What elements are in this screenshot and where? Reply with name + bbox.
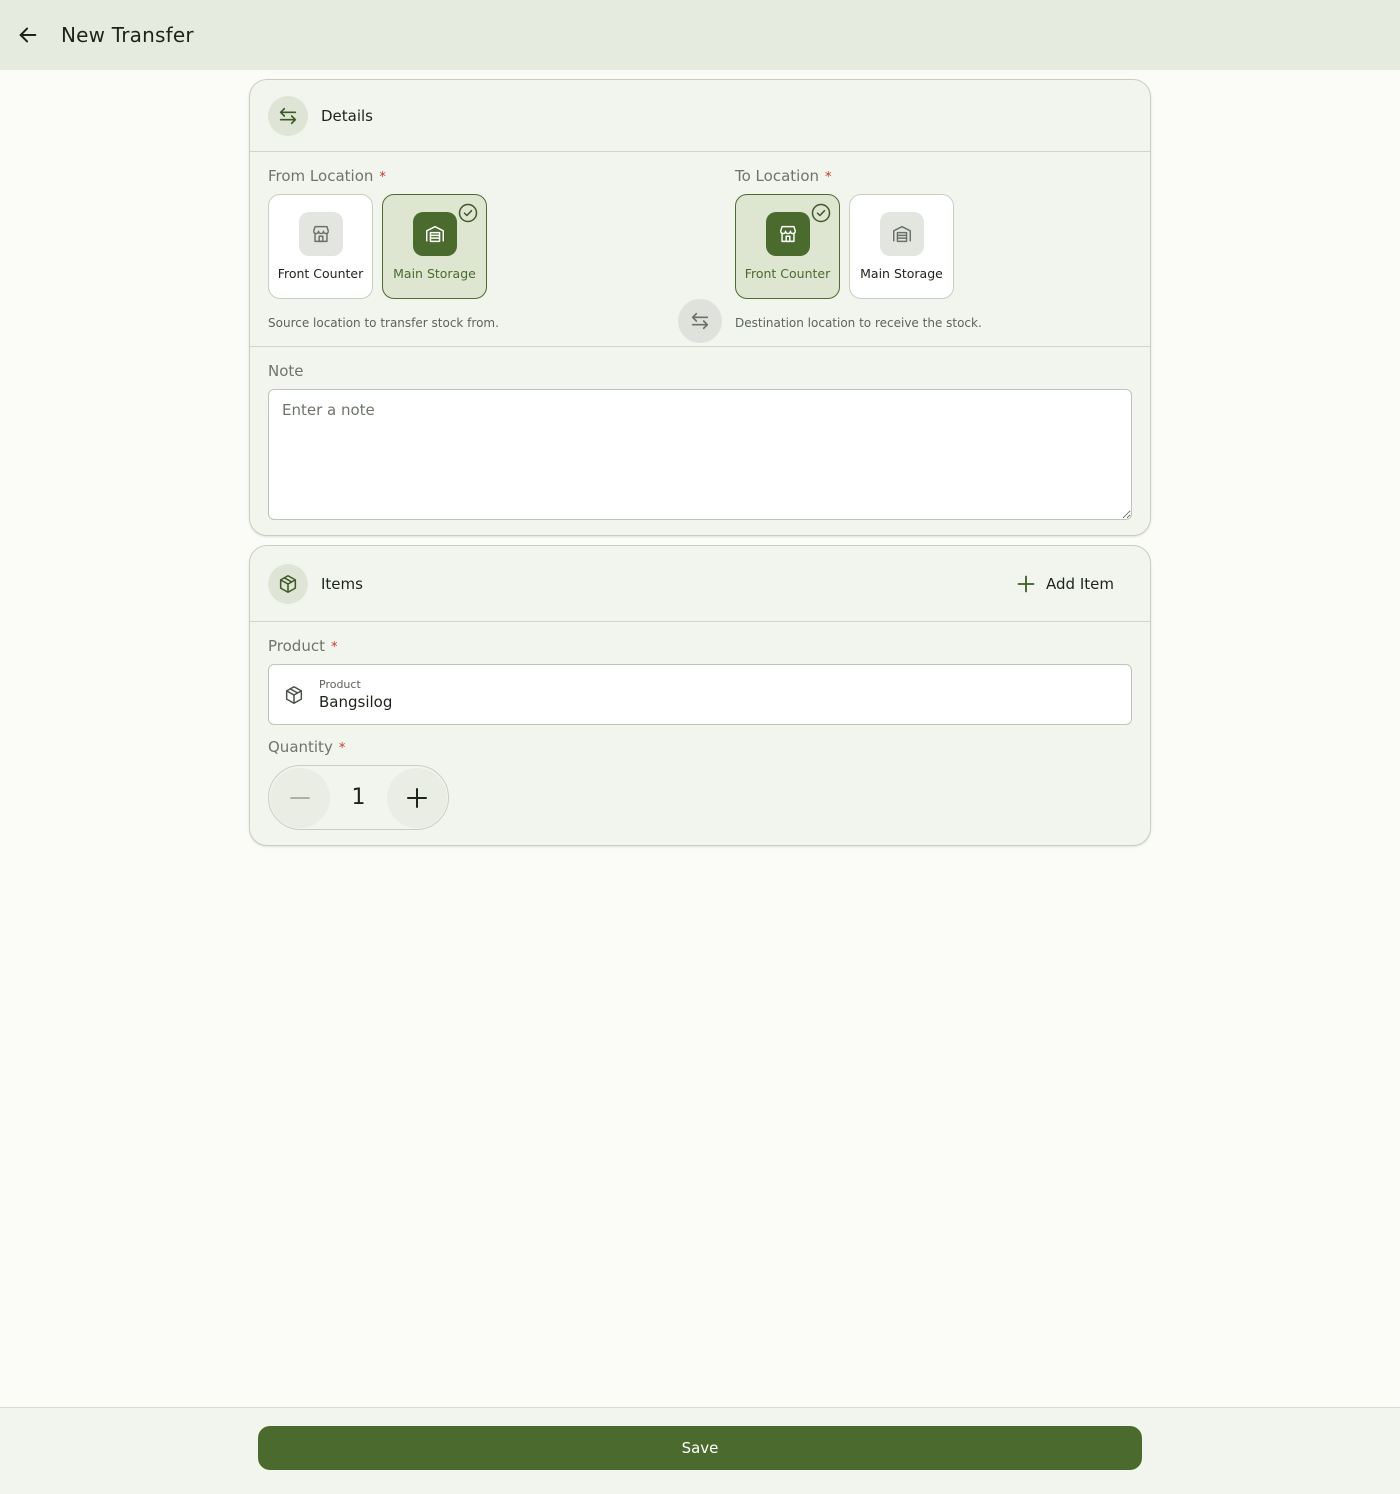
storefront-icon xyxy=(312,225,329,243)
package-icon xyxy=(285,685,303,704)
quantity-label-text: Quantity xyxy=(268,738,333,756)
package-icon xyxy=(279,574,297,593)
warehouse-icon xyxy=(892,225,911,243)
decrement-button[interactable] xyxy=(270,767,330,828)
product-select[interactable]: Product Bangsilog xyxy=(268,664,1132,725)
add-item-label: Add Item xyxy=(1046,575,1114,593)
plus-icon xyxy=(407,787,427,808)
quantity-value: 1 xyxy=(351,785,366,810)
to-location-options: Front Counter Main Storage xyxy=(735,194,982,299)
details-card: Details From Location * Front Counter Ma… xyxy=(249,79,1151,536)
chip-icon-box xyxy=(298,212,343,256)
selected-badge xyxy=(458,203,478,223)
chip-label: Main Storage xyxy=(393,266,476,281)
plus-icon xyxy=(1017,575,1035,593)
items-header: Items Add Item xyxy=(250,546,1150,622)
required-marker: * xyxy=(379,170,386,185)
swap-arrows-icon xyxy=(691,312,709,330)
items-title: Items xyxy=(321,574,363,593)
chip-icon-box xyxy=(412,212,457,256)
to-location-group: To Location * Front Counter Main Storage… xyxy=(735,167,982,330)
items-body: Product * Product Bangsilog Quantity * 1 xyxy=(250,622,1150,830)
details-header-icon xyxy=(268,95,308,136)
warehouse-icon xyxy=(425,225,444,243)
bottom-bar: Save xyxy=(0,1407,1400,1494)
items-header-icon xyxy=(268,563,308,604)
swap-arrows-icon xyxy=(279,107,297,124)
product-field-label: Product xyxy=(319,678,361,691)
items-card: Items Add Item Product * Product Bangsilo… xyxy=(249,545,1151,846)
chip-label: Front Counter xyxy=(744,266,831,281)
chip-label: Front Counter xyxy=(277,266,364,281)
chip-label: Main Storage xyxy=(860,266,943,281)
quantity-stepper: 1 xyxy=(268,765,449,830)
quantity-label: Quantity * xyxy=(268,738,1132,756)
to-option-main-storage[interactable]: Main Storage xyxy=(849,194,954,299)
from-location-options: Front Counter Main Storage xyxy=(268,194,499,299)
to-location-helper: Destination location to receive the stoc… xyxy=(735,316,982,330)
from-option-main-storage[interactable]: Main Storage xyxy=(382,194,487,299)
from-location-label-text: From Location xyxy=(268,167,374,185)
save-button[interactable]: Save xyxy=(258,1426,1142,1470)
product-label-text: Product xyxy=(268,637,325,655)
required-marker: * xyxy=(330,640,338,655)
to-location-label: To Location * xyxy=(735,167,982,185)
from-location-helper: Source location to transfer stock from. xyxy=(268,316,499,330)
to-option-front-counter[interactable]: Front Counter xyxy=(735,194,840,299)
to-location-label-text: To Location xyxy=(735,167,820,185)
product-label: Product * xyxy=(268,637,1132,655)
locations-section: From Location * Front Counter Main Stora… xyxy=(250,152,1150,347)
minus-icon xyxy=(290,796,310,799)
arrow-left-icon xyxy=(19,27,37,43)
chip-icon-box xyxy=(879,212,924,256)
storefront-icon xyxy=(779,225,796,243)
note-textarea[interactable] xyxy=(268,389,1132,520)
selected-badge xyxy=(811,203,831,223)
check-circle-icon xyxy=(811,203,831,223)
swap-locations-button[interactable] xyxy=(678,299,722,343)
from-location-label: From Location * xyxy=(268,167,499,185)
from-option-front-counter[interactable]: Front Counter xyxy=(268,194,373,299)
back-button[interactable] xyxy=(8,15,48,55)
increment-button[interactable] xyxy=(387,767,447,828)
required-marker: * xyxy=(338,741,346,756)
check-circle-icon xyxy=(458,203,478,223)
page-title: New Transfer xyxy=(61,23,194,47)
required-marker: * xyxy=(825,170,832,185)
chip-icon-box xyxy=(765,212,810,256)
details-title: Details xyxy=(321,106,374,125)
add-item-button[interactable]: Add Item xyxy=(1016,574,1114,594)
from-location-group: From Location * Front Counter Main Stora… xyxy=(268,167,499,330)
note-section: Note xyxy=(250,347,1150,524)
details-header: Details xyxy=(250,80,1150,152)
app-bar: New Transfer xyxy=(0,0,1400,70)
product-text: Product Bangsilog xyxy=(319,678,392,711)
product-value: Bangsilog xyxy=(319,693,393,711)
note-label: Note xyxy=(268,362,304,380)
